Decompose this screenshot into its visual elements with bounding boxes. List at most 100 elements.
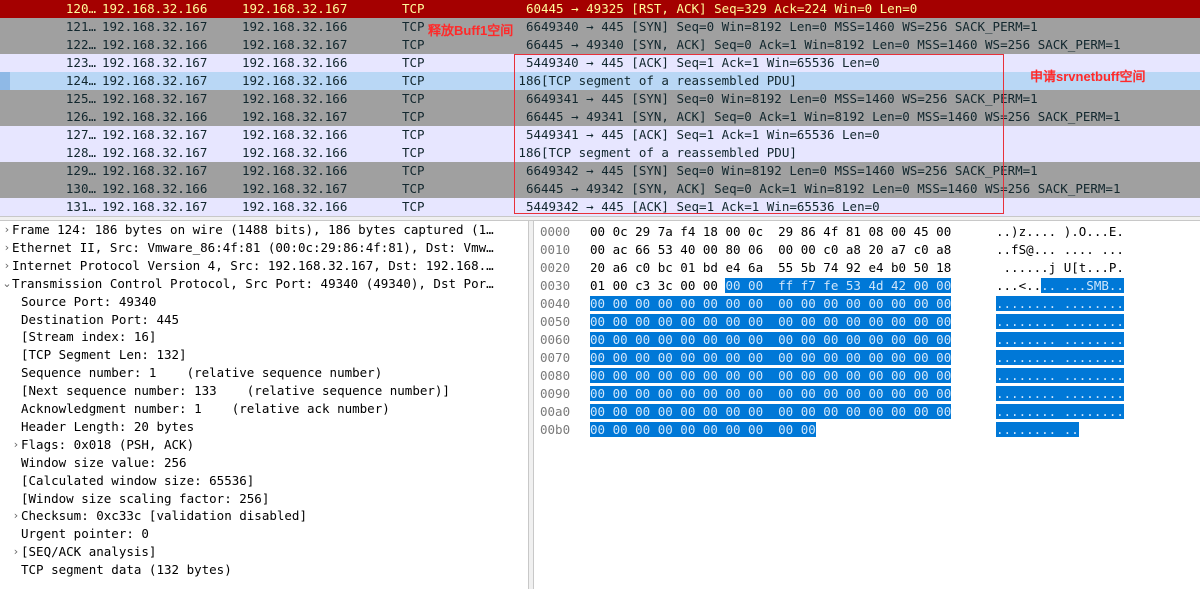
packet-destination: 192.168.32.166 xyxy=(242,199,348,214)
packet-destination: 192.168.32.166 xyxy=(242,73,348,88)
ascii-highlighted: ........ ........ xyxy=(996,350,1124,365)
expand-arrow-icon[interactable]: › xyxy=(2,257,12,275)
hex-bytes[interactable]: 00 00 00 00 00 00 00 00 00 00 xyxy=(590,421,816,439)
tree-node-field[interactable]: [Stream index: 16] xyxy=(0,328,528,346)
packet-row[interactable]: 127… 192.168.32.167 192.168.32.166 TCP 54 493… xyxy=(0,126,1200,144)
packet-info: 49340 → 445 [SYN] Seq=0 Win=8192 Len=0 M… xyxy=(541,19,1038,34)
hex-bytes[interactable]: 20 a6 c0 bc 01 bd e4 6a 55 5b 74 92 e4 b… xyxy=(590,259,951,277)
tree-node-protocol[interactable]: › Frame 124: 186 bytes on wire (1488 bits… xyxy=(0,221,528,239)
hex-bytes[interactable]: 00 0c 29 7a f4 18 00 0c 29 86 4f 81 08 0… xyxy=(590,223,951,241)
packet-row[interactable]: 130… 192.168.32.166 192.168.32.167 TCP 66 445… xyxy=(0,180,1200,198)
tree-node-label: Header Length: 20 bytes xyxy=(21,418,195,434)
packet-row[interactable]: 122… 192.168.32.166 192.168.32.167 TCP 66 445… xyxy=(0,36,1200,54)
packet-row[interactable]: 128… 192.168.32.167 192.168.32.166 TCP 186 [T… xyxy=(0,144,1200,162)
ascii-bytes[interactable]: ........ ........ xyxy=(996,367,1124,385)
ascii-bytes[interactable]: ........ ........ xyxy=(996,385,1124,403)
ascii-highlighted: ........ .. xyxy=(996,422,1079,437)
hex-bytes[interactable]: 00 00 00 00 00 00 00 00 00 00 00 00 00 0… xyxy=(590,313,952,331)
tree-node-field[interactable]: Header Length: 20 bytes xyxy=(0,418,528,436)
packet-row[interactable]: 120… 192.168.32.166 192.168.32.167 TCP 60 445… xyxy=(0,0,1200,18)
tree-node-label: [TCP Segment Len: 132] xyxy=(21,347,187,363)
hex-row: 0090 00 00 00 00 00 00 00 00 00 00 00 00 … xyxy=(534,385,1200,403)
hex-offset: 0020 xyxy=(540,260,571,275)
packet-number: 121… xyxy=(65,19,96,34)
expand-arrow-icon[interactable]: › xyxy=(11,543,21,561)
tree-node-field[interactable]: Sequence number: 1 (relative sequence nu… xyxy=(0,364,528,382)
ascii-bytes[interactable]: ..fS@... .... ... xyxy=(996,241,1124,259)
tree-node-field[interactable]: [Window size scaling factor: 256] xyxy=(0,490,528,508)
packet-number: 124… xyxy=(65,73,96,88)
packet-length: 54 xyxy=(525,127,541,142)
hex-offset: 0090 xyxy=(540,386,571,401)
hex-offset: 0050 xyxy=(540,314,571,329)
tree-node-field[interactable]: TCP segment data (132 bytes) xyxy=(0,561,528,579)
tree-node-field[interactable]: Urgent pointer: 0 xyxy=(0,525,528,543)
expand-arrow-icon[interactable]: › xyxy=(11,436,21,454)
ascii-bytes[interactable]: ........ ........ xyxy=(996,313,1124,331)
packet-source: 192.168.32.166 xyxy=(102,1,208,16)
packet-length: 54 xyxy=(525,199,541,214)
hex-bytes[interactable]: 01 00 c3 3c 00 00 00 00 ff f7 fe 53 4d 4… xyxy=(590,277,952,295)
expand-arrow-icon[interactable]: › xyxy=(11,507,21,525)
ascii-bytes[interactable]: ........ .. xyxy=(996,421,1079,439)
ascii-bytes[interactable]: ..)z.... ).O...E. xyxy=(996,223,1124,241)
packet-destination: 192.168.32.166 xyxy=(242,55,348,70)
packet-row[interactable]: 129… 192.168.32.167 192.168.32.166 TCP 66 493… xyxy=(0,162,1200,180)
packet-source: 192.168.32.167 xyxy=(102,163,208,178)
packet-row[interactable]: 131… 192.168.32.167 192.168.32.166 TCP 54 493… xyxy=(0,198,1200,216)
tree-node-protocol[interactable]: › Ethernet II, Src: Vmware_86:4f:81 (00:0… xyxy=(0,239,528,257)
hex-bytes-plain: 00 0c 29 7a f4 18 00 0c 29 86 4f 81 08 0… xyxy=(590,224,952,239)
ascii-bytes[interactable]: ......j U[t...P. xyxy=(996,259,1124,277)
tree-node-field[interactable]: Window size value: 256 xyxy=(0,454,528,472)
ascii-highlighted: ........ ........ xyxy=(996,404,1124,419)
hex-bytes[interactable]: 00 00 00 00 00 00 00 00 00 00 00 00 00 0… xyxy=(590,349,952,367)
tree-node-field[interactable]: [TCP Segment Len: 132] xyxy=(0,346,528,364)
ascii-highlighted: .. ...SMB.. xyxy=(1041,278,1124,293)
packet-row[interactable]: 123… 192.168.32.167 192.168.32.166 TCP 54 493… xyxy=(0,54,1200,72)
packet-row[interactable]: 121… 192.168.32.167 192.168.32.166 TCP 66 493… xyxy=(0,18,1200,36)
packet-list[interactable]: 120… 192.168.32.166 192.168.32.167 TCP 60 445… xyxy=(0,0,1200,216)
tree-node-field[interactable]: Source Port: 49340 xyxy=(0,293,528,311)
packet-bytes-pane[interactable]: 0000 00 0c 29 7a f4 18 00 0c 29 86 4f 81 … xyxy=(534,221,1200,589)
tree-node-protocol[interactable]: ⌄ Transmission Control Protocol, Src Port… xyxy=(0,275,528,293)
hex-bytes[interactable]: 00 00 00 00 00 00 00 00 00 00 00 00 00 0… xyxy=(590,403,952,421)
hex-bytes[interactable]: 00 00 00 00 00 00 00 00 00 00 00 00 00 0… xyxy=(590,385,952,403)
packet-protocol: TCP xyxy=(402,55,425,70)
tree-node-field[interactable]: › Flags: 0x018 (PSH, ACK) xyxy=(0,436,528,454)
hex-bytes[interactable]: 00 ac 66 53 40 00 80 06 00 00 c0 a8 20 a… xyxy=(590,241,951,259)
packet-info: [TCP segment of a reassembled PDU] xyxy=(541,73,797,88)
hex-bytes[interactable]: 00 00 00 00 00 00 00 00 00 00 00 00 00 0… xyxy=(590,295,952,313)
collapse-arrow-icon[interactable]: ⌄ xyxy=(2,275,12,293)
packet-destination: 192.168.32.167 xyxy=(242,37,348,52)
tree-node-field[interactable]: › Checksum: 0xc33c [validation disabled] xyxy=(0,507,528,525)
ascii-bytes[interactable]: ........ ........ xyxy=(996,331,1124,349)
hex-bytes-highlighted: 00 00 00 00 00 00 00 00 00 00 00 00 00 0… xyxy=(590,404,952,419)
packet-protocol: TCP xyxy=(402,1,425,16)
tree-node-protocol[interactable]: › Internet Protocol Version 4, Src: 192.1… xyxy=(0,257,528,275)
packet-row[interactable]: 126… 192.168.32.166 192.168.32.167 TCP 66 445… xyxy=(0,108,1200,126)
packet-row[interactable]: 125… 192.168.32.167 192.168.32.166 TCP 66 493… xyxy=(0,90,1200,108)
tree-node-field[interactable]: [Calculated window size: 65536] xyxy=(0,472,528,490)
hex-offset: 00a0 xyxy=(540,404,571,419)
tree-node-field[interactable]: Destination Port: 445 xyxy=(0,311,528,329)
hex-bytes-highlighted: 00 00 00 00 00 00 00 00 00 00 00 00 00 0… xyxy=(590,368,952,383)
packet-source: 192.168.32.166 xyxy=(102,109,208,124)
ascii-bytes[interactable]: ........ ........ xyxy=(996,295,1124,313)
ascii-highlighted: ........ ........ xyxy=(996,314,1124,329)
expand-arrow-icon[interactable]: › xyxy=(2,221,12,239)
hex-bytes[interactable]: 00 00 00 00 00 00 00 00 00 00 00 00 00 0… xyxy=(590,331,952,349)
tree-node-field[interactable]: › [SEQ/ACK analysis] xyxy=(0,543,528,561)
packet-protocol: TCP xyxy=(402,73,425,88)
packet-details-pane[interactable]: › Frame 124: 186 bytes on wire (1488 bits… xyxy=(0,221,528,589)
expand-arrow-icon[interactable]: › xyxy=(2,239,12,257)
tree-node-field[interactable]: [Next sequence number: 133 (relative seq… xyxy=(0,382,528,400)
packet-row-selected[interactable]: 124… 192.168.32.167 192.168.32.166 TCP 186 [T… xyxy=(0,72,1200,90)
ascii-bytes[interactable]: ........ ........ xyxy=(996,349,1124,367)
packet-length: 66 xyxy=(525,91,541,106)
packet-info: 445 → 49325 [RST, ACK] Seq=329 Ack=224 W… xyxy=(541,1,918,16)
tree-node-field[interactable]: Acknowledgment number: 1 (relative ack n… xyxy=(0,400,528,418)
packet-destination: 192.168.32.166 xyxy=(242,163,348,178)
hex-bytes[interactable]: 00 00 00 00 00 00 00 00 00 00 00 00 00 0… xyxy=(590,367,952,385)
ascii-bytes[interactable]: ........ ........ xyxy=(996,403,1124,421)
ascii-bytes[interactable]: ...<.... ...SMB.. xyxy=(996,277,1124,295)
